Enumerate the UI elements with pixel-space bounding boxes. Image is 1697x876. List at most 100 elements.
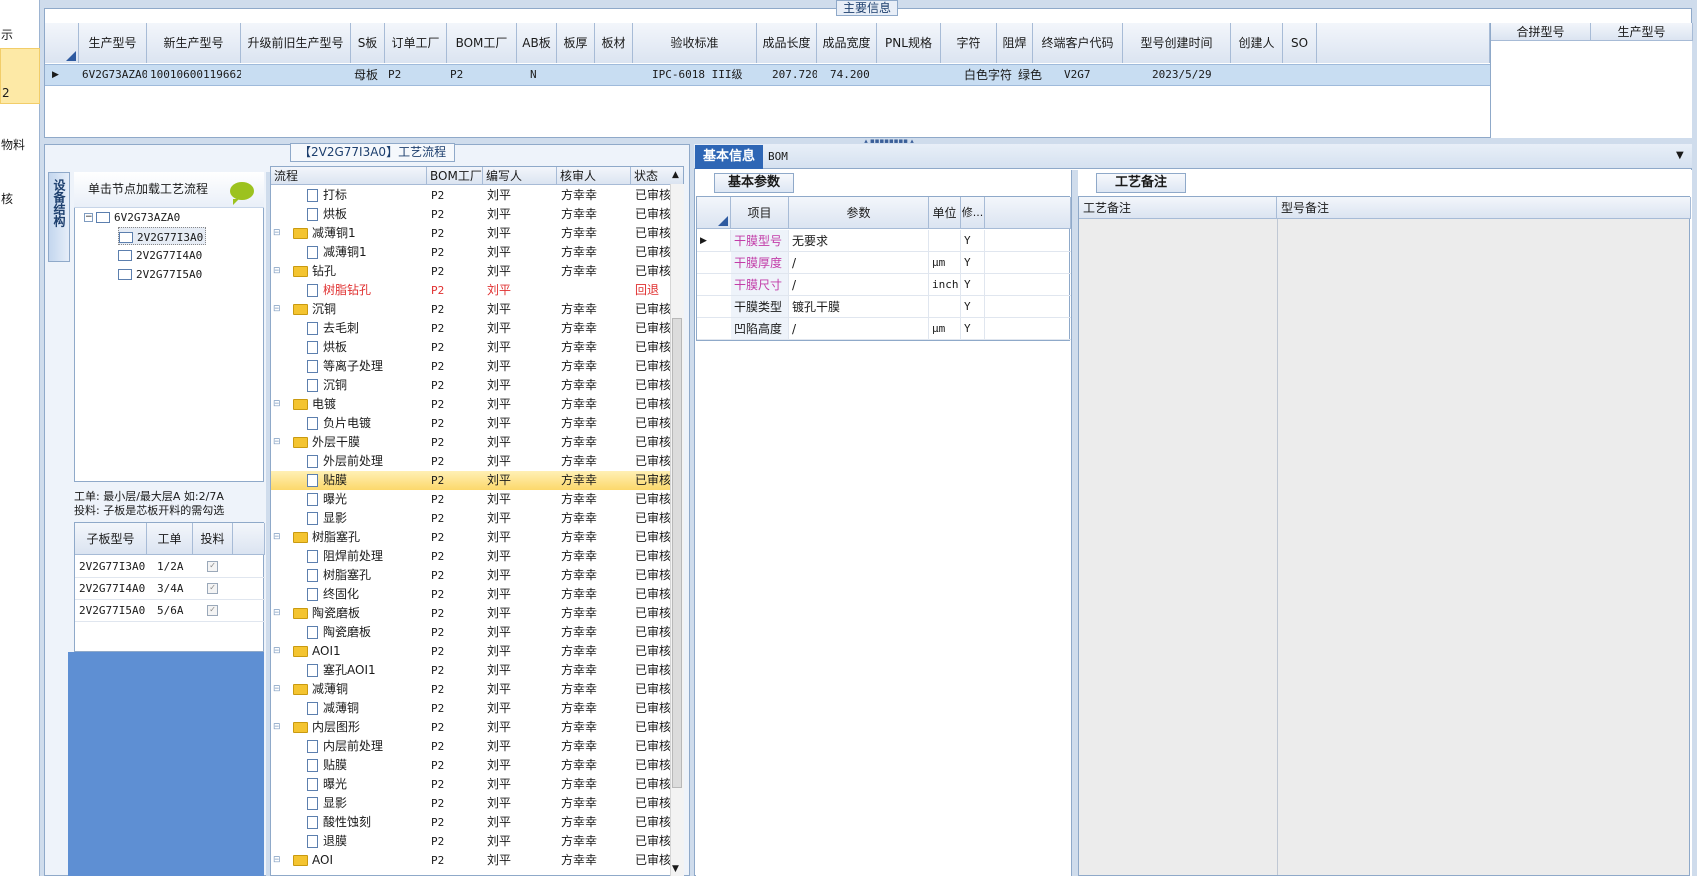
param-param[interactable]: 无要求	[789, 230, 929, 251]
scroll-down-icon[interactable]: ▼	[672, 864, 679, 874]
process-row[interactable]: ⊟ 减薄铜1 P2 刘平 方幸幸 已审核	[271, 224, 671, 243]
param-row[interactable]: ▶ 干膜型号 无要求 Y	[697, 230, 1071, 252]
tab-process-remark[interactable]: 工艺备注	[1096, 173, 1186, 193]
col-prod-model[interactable]: 生产型号	[79, 23, 147, 63]
nav-item-3[interactable]: 物料	[0, 136, 40, 158]
collapse-icon[interactable]: ⊟	[273, 395, 281, 414]
cell-width[interactable]: 74.200	[827, 65, 877, 85]
cell-new-model[interactable]: 10010600119662	[147, 65, 241, 85]
cell-ab[interactable]: N	[527, 65, 557, 85]
cell-char[interactable]: 白色字符	[961, 65, 1013, 85]
col-model-remark[interactable]: 型号备注	[1277, 197, 1691, 219]
process-row[interactable]: ⊟ 减薄铜 P2 刘平 方幸幸 已审核	[271, 680, 671, 699]
collapse-icon[interactable]: ⊟	[273, 224, 281, 243]
process-row[interactable]: 树脂钻孔 P2 刘平 回退	[271, 281, 671, 300]
col-length[interactable]: 成品长度	[757, 23, 817, 63]
tree-child-3[interactable]: 2V2G77I5A0	[118, 265, 202, 283]
process-row[interactable]: 退膜 P2 刘平 方幸幸 已审核	[271, 832, 671, 851]
param-param[interactable]: 镀孔干膜	[789, 296, 929, 317]
col-bom-factory[interactable]: BOM工厂	[427, 167, 483, 185]
col-sub-feed[interactable]: 投料	[193, 523, 233, 555]
process-row[interactable]: 等离子处理 P2 刘平 方幸幸 已审核	[271, 357, 671, 376]
col-process[interactable]: 流程	[271, 167, 427, 185]
cell-prod-model[interactable]: 6V2G73AZA0	[79, 65, 147, 85]
nav-item-4[interactable]: 核	[0, 190, 40, 212]
col-sub-model[interactable]: 子板型号	[75, 523, 147, 555]
col-old-model[interactable]: 升级前旧生产型号	[241, 23, 351, 63]
param-param[interactable]: /	[789, 274, 929, 295]
cell-length[interactable]: 207.720	[769, 65, 817, 85]
col-writer[interactable]: 编写人	[483, 167, 557, 185]
col-unit[interactable]: 单位	[929, 197, 961, 229]
cell-standard[interactable]: IPC-6018 III级	[649, 65, 757, 85]
cell-solder[interactable]: 绿色	[1015, 65, 1049, 85]
collapse-icon[interactable]: ⊟	[273, 528, 281, 547]
param-row[interactable]: 干膜厚度 / μm Y	[697, 252, 1071, 274]
table-row[interactable]: 2V2G77I4A0 3/4A ✓	[75, 578, 265, 600]
col-created[interactable]: 型号创建时间	[1123, 23, 1231, 63]
process-row[interactable]: ⊟ 沉铜 P2 刘平 方幸幸 已审核	[271, 300, 671, 319]
param-param[interactable]: /	[789, 252, 929, 273]
cell-s-board[interactable]: 母板	[351, 65, 385, 85]
feed-checkbox[interactable]: ✓	[207, 583, 218, 594]
table-row[interactable]: 2V2G77I5A0 5/6A ✓	[75, 600, 265, 622]
col-new-model[interactable]: 新生产型号	[147, 23, 241, 63]
nav-item-1[interactable]: 示	[0, 26, 40, 48]
process-row[interactable]: 贴膜 P2 刘平 方幸幸 已审核	[271, 471, 671, 490]
process-row[interactable]: ⊟ 钻孔 P2 刘平 方幸幸 已审核	[271, 262, 671, 281]
col-pnl[interactable]: PNL规格	[877, 23, 941, 63]
process-row[interactable]: 终固化 P2 刘平 方幸幸 已审核	[271, 585, 671, 604]
process-row[interactable]: 烘板 P2 刘平 方幸幸 已审核	[271, 205, 671, 224]
feed-checkbox[interactable]: ✓	[207, 605, 218, 616]
col-merge-prod-model[interactable]: 生产型号	[1591, 23, 1693, 41]
col-param[interactable]: 参数	[789, 197, 929, 229]
process-row[interactable]: 烘板 P2 刘平 方幸幸 已审核	[271, 338, 671, 357]
process-row[interactable]: 树脂塞孔 P2 刘平 方幸幸 已审核	[271, 566, 671, 585]
col-process-remark[interactable]: 工艺备注	[1079, 197, 1277, 219]
process-row[interactable]: ⊟ 陶瓷磨板 P2 刘平 方幸幸 已审核	[271, 604, 671, 623]
col-ab[interactable]: AB板	[517, 23, 557, 63]
cell-created[interactable]: 2023/5/29	[1149, 65, 1229, 85]
process-row[interactable]: 曝光 P2 刘平 方幸幸 已审核	[271, 775, 671, 794]
param-row[interactable]: 干膜尺寸 / inch Y	[697, 274, 1071, 296]
col-standard[interactable]: 验收标准	[633, 23, 757, 63]
param-row[interactable]: 凹陷高度 / μm Y	[697, 318, 1071, 340]
col-reviewer[interactable]: 核审人	[557, 167, 631, 185]
process-row[interactable]: 酸性蚀刻 P2 刘平 方幸幸 已审核	[271, 813, 671, 832]
col-item[interactable]: 项目	[731, 197, 789, 229]
collapse-icon[interactable]: ⊟	[273, 718, 281, 737]
tab-device-structure[interactable]: 设备结构	[48, 172, 70, 262]
collapse-icon[interactable]: ⊟	[273, 300, 281, 319]
collapse-icon[interactable]: −	[84, 213, 93, 222]
tab-basic-params[interactable]: 基本参数	[714, 173, 794, 193]
process-row[interactable]: 阻焊前处理 P2 刘平 方幸幸 已审核	[271, 547, 671, 566]
col-width[interactable]: 成品宽度	[817, 23, 877, 63]
process-row[interactable]: 沉铜 P2 刘平 方幸幸 已审核	[271, 376, 671, 395]
cell-bom-factory[interactable]: P2	[447, 65, 517, 85]
process-row[interactable]: 曝光 P2 刘平 方幸幸 已审核	[271, 490, 671, 509]
collapse-icon[interactable]: ⊟	[273, 851, 281, 870]
speech-bubble-icon[interactable]	[230, 182, 254, 205]
col-material[interactable]: 板材	[595, 23, 633, 63]
col-s-board[interactable]: S板	[351, 23, 385, 63]
tree-root[interactable]: − 6V2G73AZA0	[84, 208, 180, 226]
nav-item-2[interactable]: 2	[0, 48, 40, 104]
process-row[interactable]: ⊟ AOI P2 刘平 方幸幸 已审核	[271, 851, 671, 870]
process-row[interactable]: 外层前处理 P2 刘平 方幸幸 已审核	[271, 452, 671, 471]
col-solder[interactable]: 阻焊	[997, 23, 1033, 63]
col-so[interactable]: SO	[1283, 23, 1317, 63]
tree-child-2[interactable]: 2V2G77I4A0	[118, 246, 202, 264]
collapse-icon[interactable]: ⊟	[273, 433, 281, 452]
table-row[interactable]: 2V2G77I3A0 1/2A ✓	[75, 556, 265, 578]
tree-child-1[interactable]: 2V2G77I3A0	[118, 227, 207, 245]
scrollbar-thumb[interactable]	[672, 318, 682, 788]
process-row[interactable]: 打标 P2 刘平 方幸幸 已审核	[271, 186, 671, 205]
tab-bom[interactable]: BOM	[768, 145, 788, 169]
process-row[interactable]: 陶瓷磨板 P2 刘平 方幸幸 已审核	[271, 623, 671, 642]
collapse-icon[interactable]: ⊟	[273, 642, 281, 661]
process-row[interactable]: 显影 P2 刘平 方幸幸 已审核	[271, 794, 671, 813]
process-row[interactable]: ⊟ AOI1 P2 刘平 方幸幸 已审核	[271, 642, 671, 661]
col-bom-factory[interactable]: BOM工厂	[447, 23, 517, 63]
col-order-factory[interactable]: 订单工厂	[385, 23, 447, 63]
process-row[interactable]: 塞孔AOI1 P2 刘平 方幸幸 已审核	[271, 661, 671, 680]
